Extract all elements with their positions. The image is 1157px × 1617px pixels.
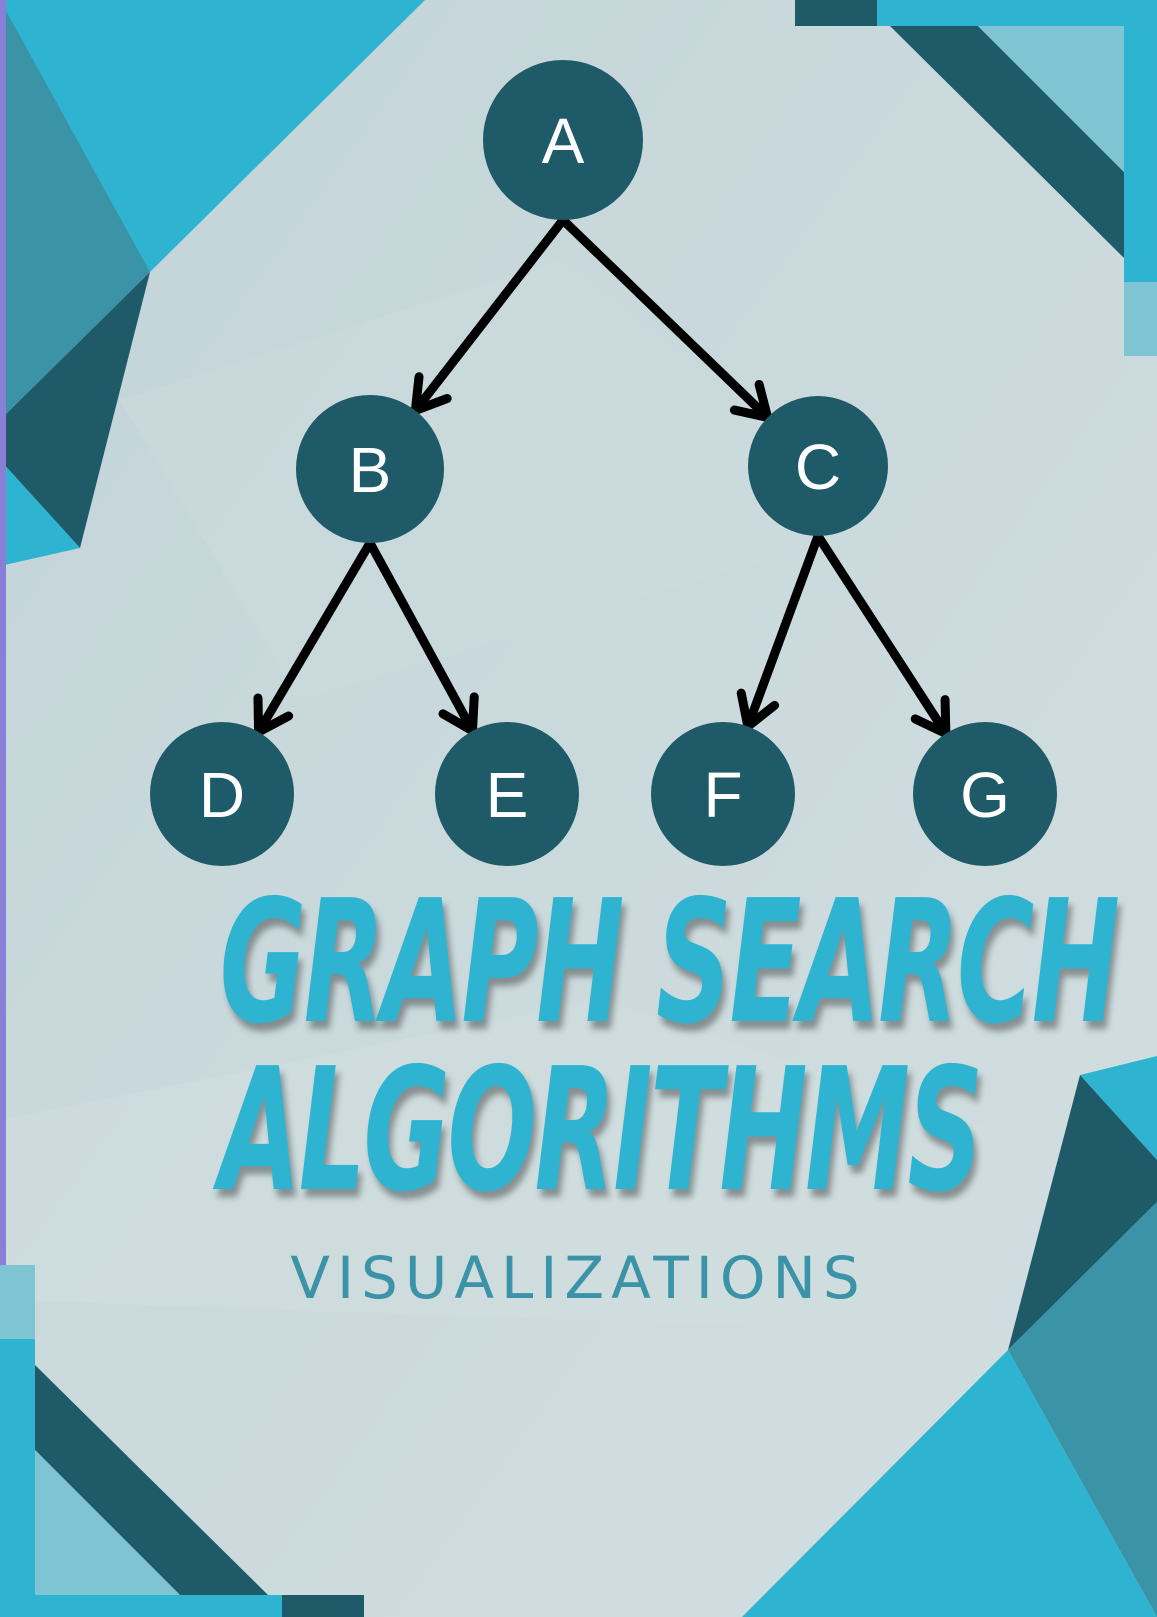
corner-shape-top-right: [795, 0, 877, 26]
node-label-A: A: [542, 105, 585, 177]
node-label-B: B: [349, 434, 392, 506]
corner-shape-bottom-left: [282, 1595, 364, 1617]
corner-shape-bottom-left: [0, 1595, 282, 1617]
node-label-D: D: [199, 759, 245, 831]
subtitle: VISUALIZATIONS: [290, 1244, 867, 1312]
node-label-C: C: [795, 431, 841, 503]
node-label-G: G: [960, 759, 1010, 831]
corner-shape-top-right: [877, 0, 1157, 26]
poster: A B C D E F G GRAPH SEARCH ALGORITHMS VISUALIZ…: [0, 0, 1157, 1617]
corner-shape-top-right: [1124, 26, 1157, 282]
corner-shape-bottom-left: [0, 1339, 35, 1595]
background-art: A B C D E F G: [0, 0, 1157, 1617]
node-label-F: F: [703, 759, 742, 831]
title-line-1: GRAPH SEARCH: [219, 864, 1120, 1062]
corner-shape-top-right: [1124, 282, 1157, 356]
node-label-E: E: [486, 759, 529, 831]
title-line-2: ALGORITHMS: [219, 1032, 984, 1230]
